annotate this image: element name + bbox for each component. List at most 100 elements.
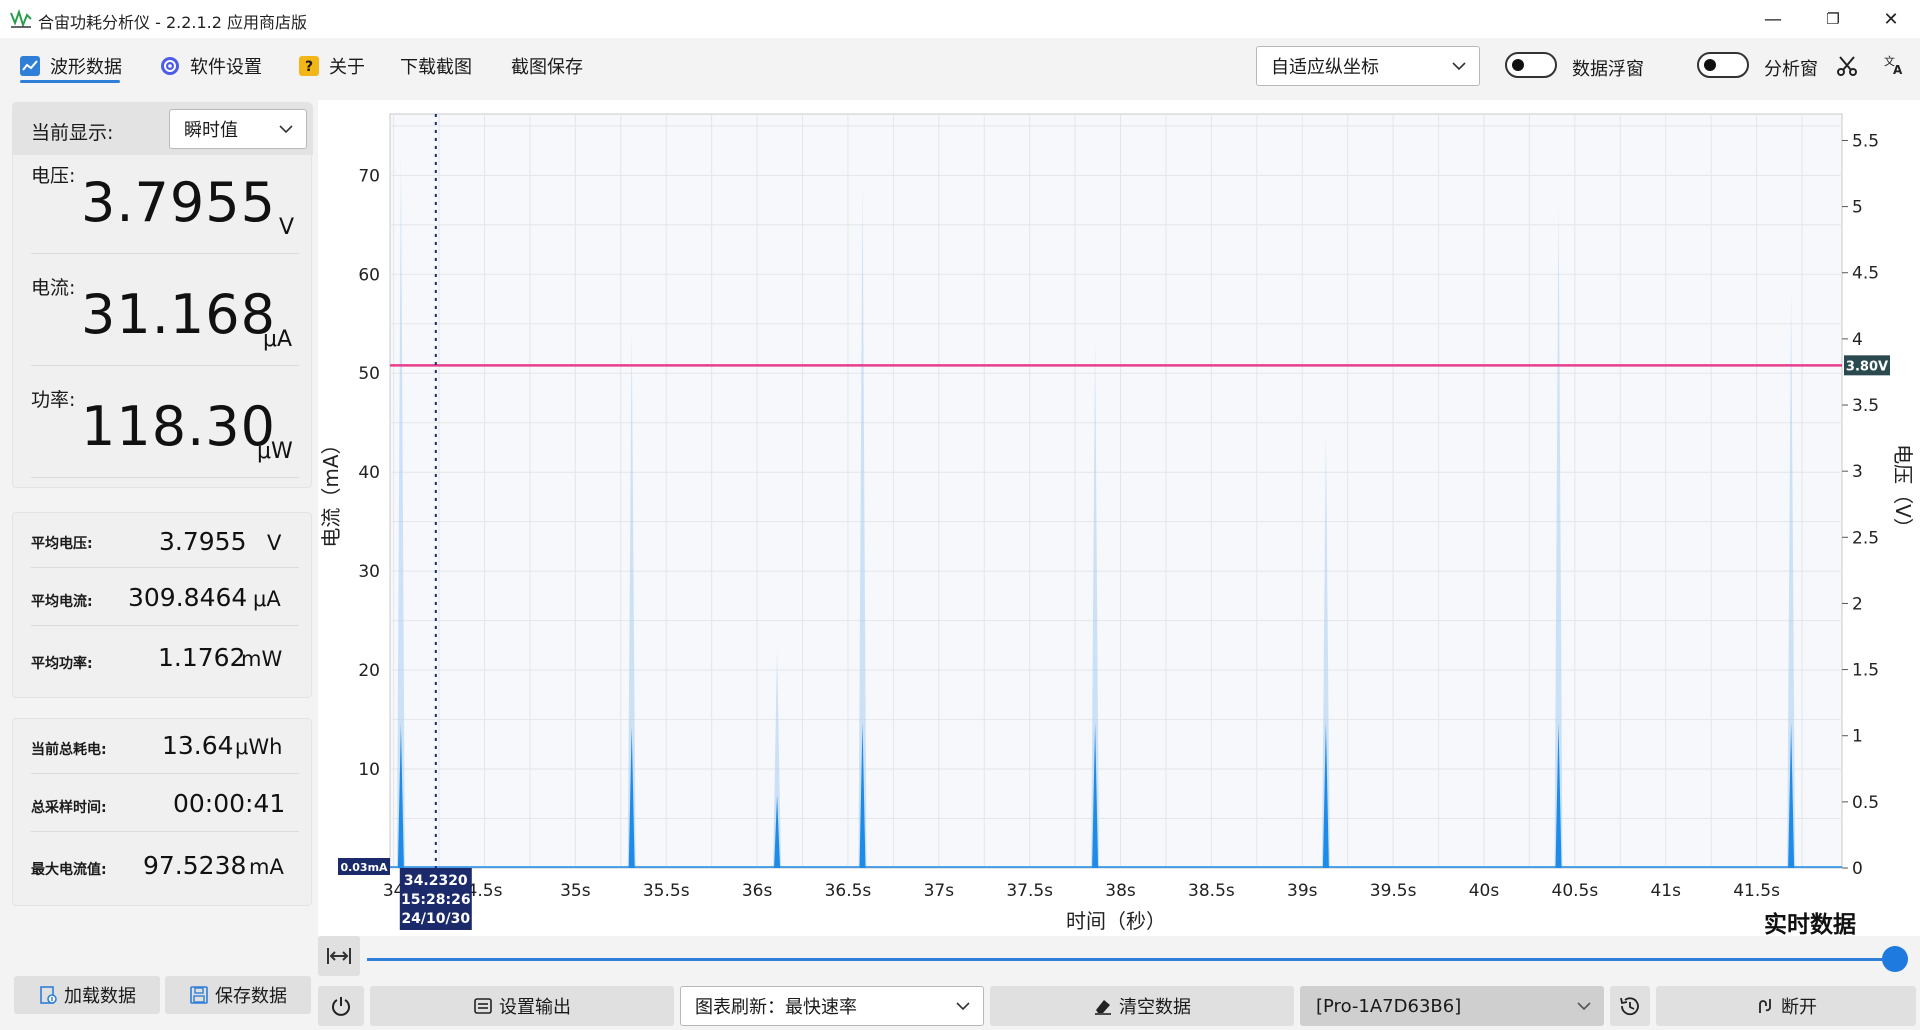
- right-tick-label: 3.5: [1852, 396, 1879, 416]
- power-icon: [332, 997, 350, 1016]
- device-select[interactable]: [Pro-1A7D63B6]: [1300, 986, 1604, 1026]
- cursor-tag-line: 15:28:26: [401, 892, 471, 908]
- right-tick-label: 1: [1852, 727, 1863, 747]
- refresh-rate-select[interactable]: 图表刷新：最快速率: [680, 986, 984, 1026]
- x-tick-label: 37s: [924, 881, 955, 901]
- x-axis-title: 时间（秒）: [1066, 909, 1166, 933]
- svg-text:?: ?: [305, 59, 313, 75]
- gear-icon: [160, 56, 180, 76]
- x-tick-label: 39s: [1287, 881, 1318, 901]
- waveform-chart[interactable]: 3 4 4.5s 35s 35.5s 36s 36.5s 37s 37.5s 38s 38.5s 39…: [318, 100, 1920, 936]
- minimize-button[interactable]: —: [1744, 0, 1802, 38]
- left-axis-title: 电流（mA）: [319, 434, 343, 547]
- right-tick-label: 5: [1852, 198, 1863, 218]
- right-tick-label: 3: [1852, 462, 1863, 482]
- left-tick-label: 50: [358, 364, 380, 384]
- svg-text:A: A: [1893, 63, 1903, 76]
- app-logo-icon: [10, 9, 32, 29]
- analysis-window-toggle[interactable]: [1697, 52, 1749, 78]
- fit-range-button[interactable]: [318, 936, 360, 976]
- avg-current-unit: μA: [253, 587, 281, 611]
- active-tab-indicator: [20, 80, 120, 83]
- time-scroll-track[interactable]: [367, 958, 1897, 961]
- left-tick-label: 60: [358, 265, 380, 285]
- window-title: 合宙功耗分析仪 - 2.2.1.2 应用商店版: [38, 13, 308, 32]
- cursor-tag-line: 24/10/30: [401, 911, 470, 927]
- time-scroll-thumb[interactable]: [1882, 946, 1908, 972]
- voltage-value: 3.7955: [81, 171, 276, 234]
- right-tick-label: 0: [1852, 859, 1863, 879]
- chevron-down-icon: [1577, 1002, 1591, 1011]
- left-tick-label: 10: [358, 760, 380, 780]
- disconnect-button[interactable]: 断开: [1656, 986, 1916, 1026]
- save-data-button[interactable]: 保存数据: [165, 976, 311, 1014]
- total-time-value: 00:00:41: [173, 789, 286, 818]
- set-output-button[interactable]: 设置输出: [370, 986, 674, 1026]
- waveform-icon: [20, 56, 40, 76]
- divider: [31, 567, 299, 568]
- voltage-unit: V: [279, 215, 295, 240]
- divider: [31, 253, 299, 254]
- avg-voltage-label: 平均电压:: [31, 536, 93, 552]
- x-tick-label: 4.5s: [467, 881, 503, 901]
- title-bar: 合宙功耗分析仪 - 2.2.1.2 应用商店版 — ❐ ✕: [0, 0, 1920, 38]
- x-tick-label: 36.5s: [825, 881, 872, 901]
- power-label: 功率:: [31, 389, 76, 411]
- x-tick-label: 38s: [1105, 881, 1136, 901]
- menu-save-screenshot[interactable]: 截图保存: [511, 50, 583, 82]
- power-unit: μW: [257, 439, 293, 464]
- current-value: 31.168: [81, 283, 276, 346]
- menu-waveform-data[interactable]: 波形数据: [20, 50, 122, 82]
- menu-bar: 波形数据 软件设置 ? 关于 下载截图 截图保存 自适应纵坐标 数据浮窗 分析窗: [0, 40, 1920, 90]
- load-data-label: 加载数据: [64, 986, 136, 1007]
- menu-settings[interactable]: 软件设置: [160, 50, 262, 82]
- realtime-label: 实时数据: [1764, 911, 1856, 936]
- translate-icon[interactable]: 文 A: [1882, 52, 1906, 76]
- menu-save-label: 截图保存: [511, 57, 583, 78]
- menu-download-label: 下载截图: [400, 57, 472, 78]
- right-tick-label: 5.5: [1852, 131, 1879, 151]
- baseline-tag: 0.03mA: [340, 861, 388, 874]
- x-tick-label: 36s: [742, 881, 773, 901]
- menu-about[interactable]: ? 关于: [299, 50, 365, 82]
- history-button[interactable]: [1610, 986, 1650, 1026]
- total-values-panel: 当前总耗电: 13.64 μWh 总采样时间: 00:00:41 最大电流值: …: [12, 718, 312, 906]
- scissors-icon[interactable]: [1835, 54, 1859, 78]
- x-tick-label: 39.5s: [1370, 881, 1417, 901]
- right-tick-label: 2: [1852, 594, 1863, 614]
- avg-current-value: 309.8464: [128, 583, 248, 612]
- avg-voltage-unit: V: [267, 531, 282, 555]
- right-tick-label: 2.5: [1852, 528, 1879, 548]
- left-tick-label: 20: [358, 661, 380, 681]
- cursor-tag-line: 34.2320: [404, 873, 468, 889]
- load-file-icon: [40, 986, 57, 1004]
- menu-download-screenshot[interactable]: 下载截图: [400, 50, 472, 82]
- right-tick-label: 1.5: [1852, 661, 1879, 681]
- clear-data-button[interactable]: 清空数据: [990, 986, 1294, 1026]
- voltage-tag: 3.80V: [1846, 359, 1888, 374]
- save-data-label: 保存数据: [215, 986, 287, 1007]
- output-icon: [474, 998, 492, 1014]
- power-button[interactable]: [318, 986, 364, 1026]
- load-data-button[interactable]: 加载数据: [14, 976, 160, 1014]
- display-mode-select[interactable]: 瞬时值: [169, 109, 307, 149]
- x-tick-label: 41s: [1650, 881, 1681, 901]
- right-tick-label: 4.5: [1852, 264, 1879, 284]
- chevron-down-icon: [1452, 62, 1466, 71]
- avg-current-label: 平均电流:: [31, 594, 93, 610]
- avg-power-value: 1.1762: [158, 643, 246, 672]
- close-button[interactable]: ✕: [1862, 0, 1920, 38]
- divider: [31, 773, 299, 774]
- clear-data-label: 清空数据: [1119, 997, 1191, 1018]
- chevron-down-icon: [956, 1002, 970, 1011]
- menu-about-label: 关于: [329, 57, 365, 78]
- divider: [31, 625, 299, 626]
- left-tick-label: 40: [358, 463, 380, 483]
- axis-mode-select[interactable]: 自适应纵坐标: [1256, 46, 1480, 86]
- data-float-toggle[interactable]: [1505, 52, 1557, 78]
- x-tick-label: 41.5s: [1733, 881, 1780, 901]
- maximize-button[interactable]: ❐: [1804, 0, 1862, 38]
- fit-width-icon: [327, 948, 351, 964]
- data-float-label: 数据浮窗: [1572, 59, 1644, 80]
- current-unit: μA: [263, 327, 293, 352]
